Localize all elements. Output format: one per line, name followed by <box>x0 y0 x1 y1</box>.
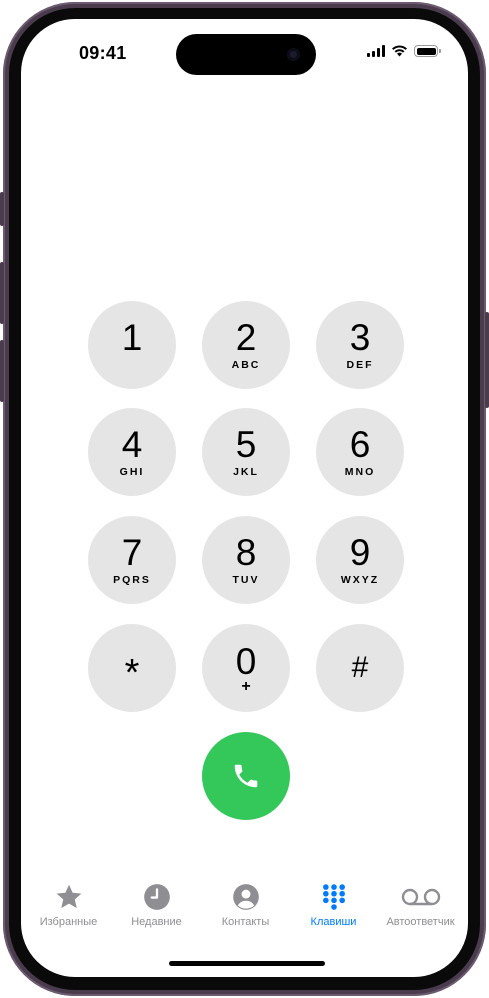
keypad-icon <box>322 884 345 910</box>
key-letters: JKL <box>233 466 259 478</box>
cellular-signal-icon <box>367 45 385 57</box>
key-digit: 8 <box>235 532 257 573</box>
phone-icon <box>234 764 258 788</box>
clock-icon <box>143 884 170 910</box>
star-icon <box>56 884 81 908</box>
tab-favorites[interactable]: Избранные <box>24 881 113 928</box>
tab-label: Недавние <box>131 916 182 928</box>
power-button <box>485 312 489 408</box>
key-digit: 6 <box>349 424 371 465</box>
key-digit: 7 <box>121 532 143 573</box>
tab-contacts[interactable]: Контакты <box>201 881 290 928</box>
volume-up-button <box>0 262 4 324</box>
tab-label: Контакты <box>221 916 270 928</box>
key-3[interactable]: 3 DEF <box>316 301 404 389</box>
status-time: 09:41 <box>79 43 127 63</box>
status-icons <box>367 45 441 57</box>
key-digit: 0 <box>235 641 257 682</box>
key-letters: DEF <box>346 359 374 371</box>
key-7[interactable]: 7 PQRS <box>88 516 176 604</box>
battery-icon <box>414 45 441 57</box>
tab-label: Автоответчик <box>386 916 455 928</box>
key-digit: 2 <box>235 317 257 358</box>
voicemail-icon <box>401 888 440 906</box>
key-hash[interactable]: # <box>316 624 404 712</box>
action-button <box>0 192 4 226</box>
key-digit: 9 <box>349 532 371 573</box>
call-button[interactable] <box>202 732 290 820</box>
key-letters: WXYZ <box>340 574 380 586</box>
key-digit: * <box>124 652 140 694</box>
key-letters: MNO <box>344 466 376 478</box>
key-6[interactable]: 6 MNO <box>316 408 404 496</box>
phone-screen: 09:41 1 2 ABC 3 DEF 4 GHI 5 JKL 6 MNO 7 … <box>21 19 468 977</box>
tab-keypad[interactable]: Клавиши <box>289 881 378 928</box>
tab-bar: Избранные Недавние Контакты Клавиши Авто… <box>21 881 468 941</box>
volume-down-button <box>0 340 4 402</box>
dynamic-island <box>176 34 316 75</box>
key-letters: TUV <box>232 574 260 586</box>
key-5[interactable]: 5 JKL <box>202 408 290 496</box>
front-camera-icon <box>287 48 300 61</box>
key-9[interactable]: 9 WXYZ <box>316 516 404 604</box>
tab-recents[interactable]: Недавние <box>112 881 201 928</box>
key-0[interactable]: 0 + <box>202 624 290 712</box>
key-digit: 1 <box>121 317 143 358</box>
key-digit: 5 <box>235 424 257 465</box>
key-letters: GHI <box>119 466 145 478</box>
key-letters: PQRS <box>113 574 151 586</box>
key-letters: ABC <box>231 359 261 371</box>
key-2[interactable]: 2 ABC <box>202 301 290 389</box>
key-digit: 4 <box>121 424 143 465</box>
key-digit: 3 <box>349 317 371 358</box>
tab-label: Избранные <box>39 916 98 928</box>
tab-label: Клавиши <box>310 916 357 928</box>
key-star[interactable]: * <box>88 624 176 712</box>
key-8[interactable]: 8 TUV <box>202 516 290 604</box>
tab-voicemail[interactable]: Автоответчик <box>376 881 465 928</box>
contact-icon <box>232 884 259 910</box>
key-digit: # <box>351 651 369 684</box>
wifi-icon <box>392 45 407 57</box>
key-4[interactable]: 4 GHI <box>88 408 176 496</box>
key-1[interactable]: 1 <box>88 301 176 389</box>
key-letters: + <box>241 678 251 695</box>
home-indicator <box>169 961 325 966</box>
